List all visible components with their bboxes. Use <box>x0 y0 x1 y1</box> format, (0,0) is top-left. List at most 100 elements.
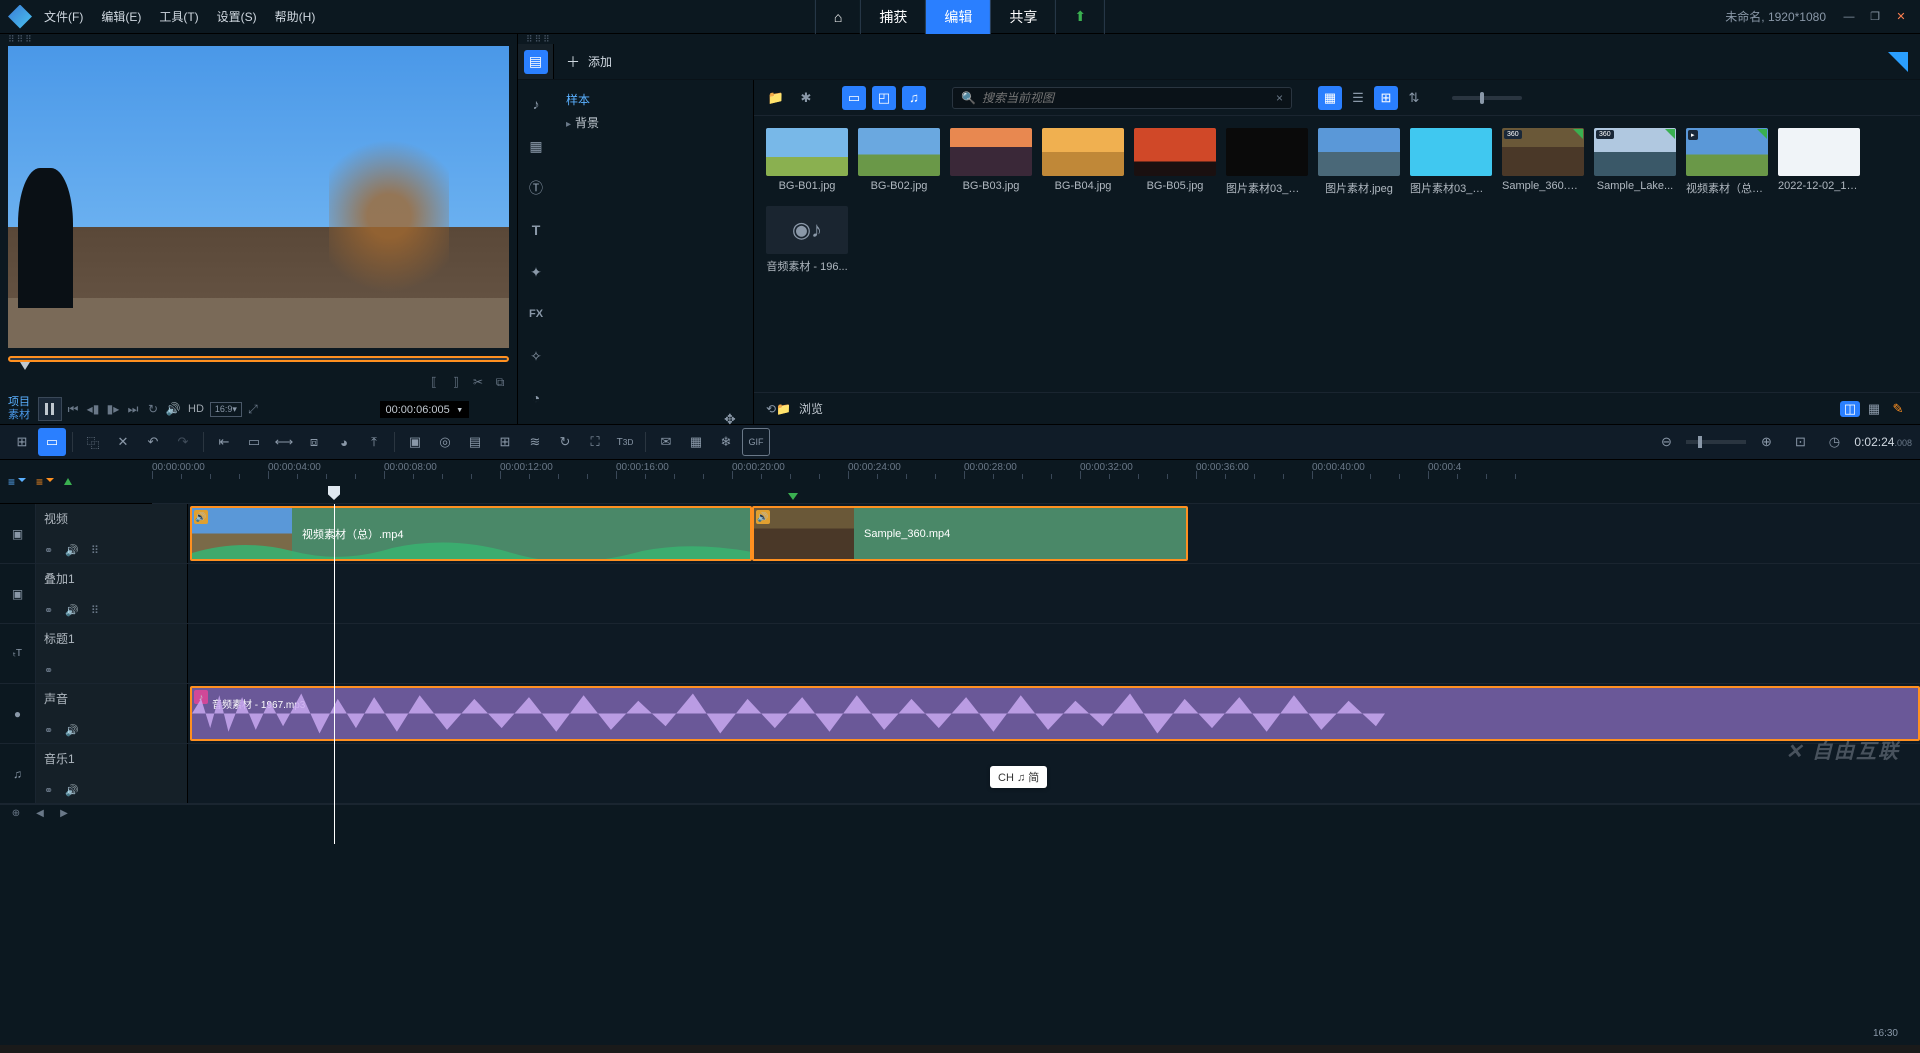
menu-file[interactable]: 文件(F) <box>44 8 83 25</box>
trim-range-icon[interactable]: ▭ <box>240 428 268 456</box>
rotate-tool-icon[interactable]: ↻ <box>551 428 579 456</box>
snapshot-icon[interactable]: ⧉ <box>491 373 509 391</box>
zoom-in-icon[interactable]: ⊕ <box>1752 428 1780 456</box>
play-pause-button[interactable] <box>38 397 62 421</box>
zoom-out-icon[interactable]: ⊖ <box>1652 428 1680 456</box>
mute-icon[interactable]: 🔊 <box>65 784 79 797</box>
next-frame-icon[interactable]: ▮▸ <box>104 400 122 418</box>
tab-upload[interactable]: ⬆ <box>1056 0 1105 34</box>
link-icon[interactable]: ⚭ <box>44 724 53 737</box>
fit-timeline-icon[interactable]: ⊡ <box>1786 428 1814 456</box>
taskbar[interactable] <box>0 1045 1920 1053</box>
music-track-body[interactable] <box>188 744 1920 803</box>
panel-edit-icon[interactable]: ✎ <box>1888 401 1908 417</box>
search-input[interactable] <box>982 91 1276 105</box>
prev-frame-icon[interactable]: ◂▮ <box>84 400 102 418</box>
media-thumbnail[interactable]: BG-B01.jpg <box>766 128 848 196</box>
split-tool-icon[interactable]: ⟷ <box>270 428 298 456</box>
link-icon[interactable]: ⚭ <box>44 784 53 797</box>
lock-icon[interactable]: ⠿ <box>91 544 99 557</box>
preview-scrubber[interactable] <box>8 352 509 368</box>
mark-in-icon[interactable]: ⟦ <box>425 373 443 391</box>
media-thumbnail[interactable]: ▸视频素材（总）... <box>1686 128 1768 196</box>
gif-tool-icon[interactable]: GIF <box>742 428 770 456</box>
media-thumbnail[interactable]: ◉♪音频素材 - 196... <box>766 206 848 274</box>
media-thumbnail[interactable]: BG-B02.jpg <box>858 128 940 196</box>
title-track-body[interactable] <box>188 624 1920 683</box>
crop-tool-icon[interactable]: ⛶ <box>581 428 609 456</box>
panel-grid-icon[interactable]: ▦ <box>1864 401 1884 417</box>
motion-category-icon[interactable]: ✧ <box>524 344 548 368</box>
track-list-c[interactable] <box>64 478 72 485</box>
overlay-category-icon[interactable]: ✦ <box>524 260 548 284</box>
timeline-scrollbar[interactable]: ⊕ ◀ ▶ <box>0 804 1920 822</box>
scroll-left-icon[interactable]: ◀ <box>32 807 48 821</box>
panel-drag-handle[interactable]: ⠿⠿⠿ <box>0 34 517 44</box>
view-list-icon[interactable]: ☰ <box>1346 86 1370 110</box>
go-end-icon[interactable]: ⏭ <box>124 400 142 418</box>
tree-sample[interactable]: 样本 <box>566 88 741 111</box>
video-clip-2[interactable]: 🔊 Sample_360.mp4 <box>752 506 1188 561</box>
thumb-zoom-slider[interactable] <box>1452 96 1522 100</box>
add-button[interactable]: 添加 <box>588 53 612 70</box>
mute-icon[interactable]: 🔊 <box>65 544 79 557</box>
title-category-icon[interactable]: Ⓣ <box>524 176 548 200</box>
media-category-icon[interactable]: ▤ <box>524 50 548 74</box>
mode-project-label[interactable]: 项目 <box>8 396 30 409</box>
mute-icon[interactable]: 🔊 <box>65 724 79 737</box>
audio-clip-1[interactable]: ♪ 音频素材 - 1967.mp3 <box>190 686 1920 741</box>
filter-video-icon[interactable]: ▭ <box>842 86 866 110</box>
undo-icon[interactable]: ↶ <box>139 428 167 456</box>
mode-clip-label[interactable]: 素材 <box>8 409 30 422</box>
video-clip-1[interactable]: 🔊 视频素材（总）.mp4 <box>190 506 752 561</box>
scroll-right-icon[interactable]: ▶ <box>56 807 72 821</box>
track-list-b[interactable]: ≡ <box>36 475 54 489</box>
menu-help[interactable]: 帮助(H) <box>275 8 316 25</box>
mask-tool-icon[interactable]: ▦ <box>682 428 710 456</box>
add-below-icon[interactable]: ⊕ <box>8 807 24 821</box>
link-icon[interactable]: ⚭ <box>44 664 53 677</box>
media-thumbnail[interactable]: 图片素材03_副... <box>1410 128 1492 196</box>
close-button[interactable]: ✕ <box>1890 8 1912 26</box>
freeze-tool-icon[interactable]: ❄ <box>712 428 740 456</box>
timeline-zoom-slider[interactable] <box>1686 440 1746 444</box>
media-thumbnail[interactable]: 图片素材.jpeg <box>1318 128 1400 196</box>
sound-track-body[interactable]: ♪ 音频素材 - 1967.mp3 <box>188 684 1920 743</box>
tab-share[interactable]: 共享 <box>991 0 1056 34</box>
menu-settings[interactable]: 设置(S) <box>217 8 257 25</box>
preview-timecode[interactable]: 00:00:06:005 ▾ <box>380 401 469 418</box>
storyboard-view-icon[interactable]: ⊞ <box>8 428 36 456</box>
timeline-ruler[interactable]: 00:00:00:0000:00:04:0000:00:08:0000:00:1… <box>152 460 1920 479</box>
menu-tools[interactable]: 工具(T) <box>159 8 198 25</box>
media-thumbnail[interactable]: BG-B03.jpg <box>950 128 1032 196</box>
tab-edit[interactable]: 编辑 <box>926 0 991 34</box>
menu-edit[interactable]: 编辑(E) <box>101 8 141 25</box>
grid-tool-icon[interactable]: ⊞ <box>491 428 519 456</box>
import-folder-icon[interactable]: 📁 <box>764 86 788 110</box>
video-preview[interactable] <box>8 46 509 348</box>
search-box[interactable]: 🔍 × <box>952 87 1292 109</box>
media-thumbnail[interactable]: 2022-12-02_14... <box>1778 128 1860 196</box>
link-icon[interactable]: ⚭ <box>44 604 53 617</box>
pin-flag-icon[interactable] <box>1888 52 1908 72</box>
tree-background[interactable]: ▸背景 <box>566 111 741 134</box>
timer-icon[interactable]: ◷ <box>1820 428 1848 456</box>
view-grid-icon[interactable]: ⊞ <box>1374 86 1398 110</box>
timeline-view-icon[interactable]: ▭ <box>38 428 66 456</box>
view-thumb-icon[interactable]: ▦ <box>1318 86 1342 110</box>
restore-button[interactable]: ❐ <box>1864 8 1886 26</box>
group-tool-icon[interactable]: ◎ <box>431 428 459 456</box>
tab-home[interactable]: ⌂ <box>815 0 861 34</box>
expand-icon[interactable]: ⤢ <box>244 400 262 418</box>
chapter-tool-icon[interactable]: ▤ <box>461 428 489 456</box>
minimize-button[interactable]: — <box>1838 8 1860 26</box>
trim-start-icon[interactable]: ⇤ <box>210 428 238 456</box>
mark-out-icon[interactable]: ⟧ <box>447 373 465 391</box>
gauge-category-icon[interactable]: ◔ <box>524 386 548 410</box>
media-thumbnail[interactable]: 360Sample_360.m... <box>1502 128 1584 196</box>
video-track-body[interactable]: 🔊 视频素材（总）.mp4 🔊 Sample_360.mp4 <box>188 504 1920 563</box>
loop-icon[interactable]: ↻ <box>144 400 162 418</box>
sound-category-icon[interactable]: ♪ <box>524 92 548 116</box>
track-list-a[interactable]: ≡ <box>8 475 26 489</box>
panel-drag-handle-2[interactable]: ⠿⠿⠿ <box>518 34 1920 44</box>
